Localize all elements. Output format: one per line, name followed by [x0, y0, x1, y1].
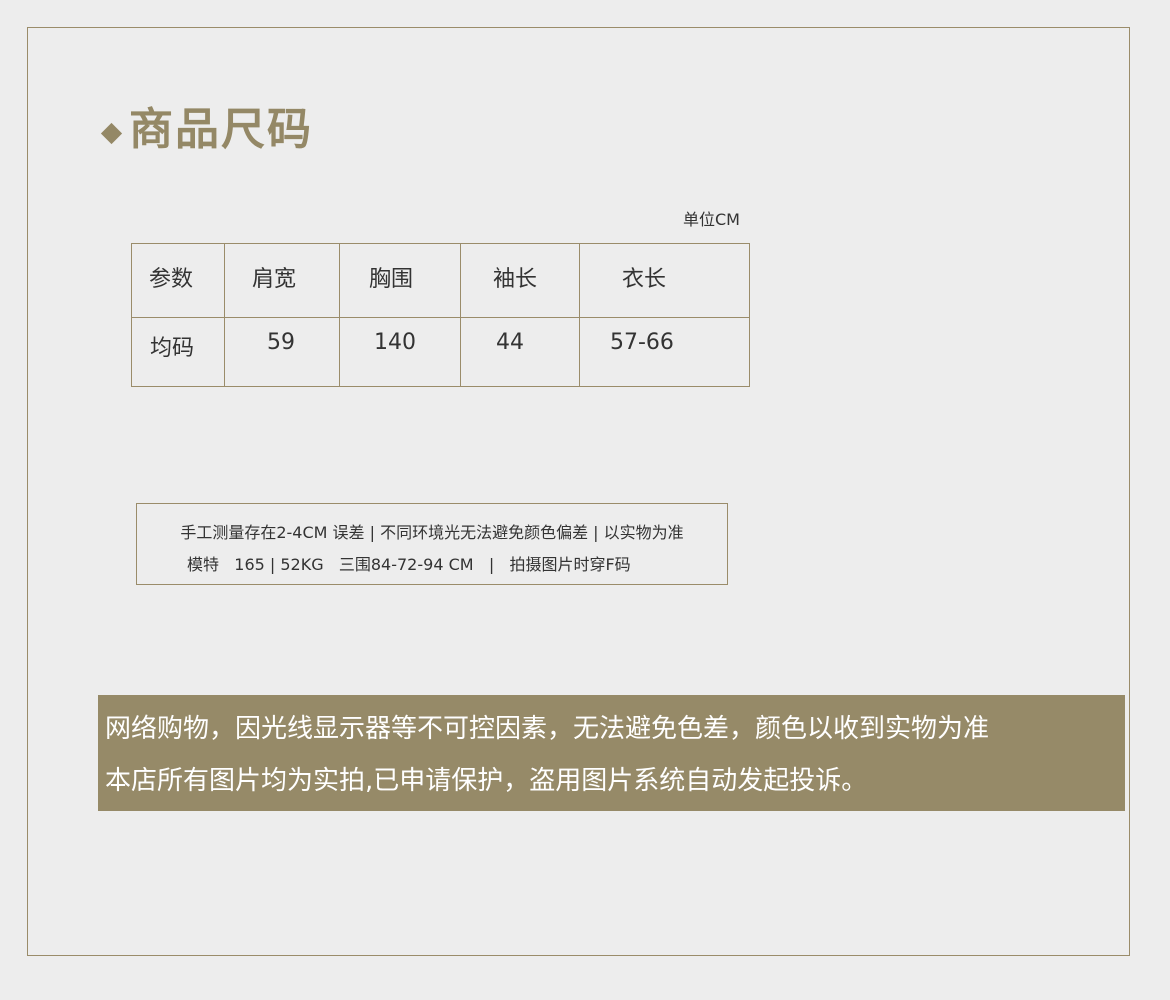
table-cell: 均码	[131, 317, 225, 387]
table-header-cell: 袖长	[460, 243, 580, 318]
table-header-cell: 胸围	[339, 243, 461, 318]
disclaimer-banner: 网络购物，因光线显示器等不可控因素，无法避免色差，颜色以收到实物为准 本店所有图…	[98, 695, 1125, 811]
table-header-cell: 参数	[131, 243, 225, 318]
banner-line: 本店所有图片均为实拍,已申请保护，盗用图片系统自动发起投诉。	[105, 766, 868, 796]
table-header-row: 参数 肩宽 胸围 袖长 衣长	[131, 243, 750, 318]
table-cell: 44	[460, 317, 580, 387]
section-title: 商品尺码	[129, 104, 313, 155]
table-cell: 57-66	[579, 317, 750, 387]
diamond-bullet-icon	[100, 122, 123, 144]
table-cell: 140	[339, 317, 461, 387]
table-header-cell: 肩宽	[224, 243, 340, 318]
note-line: 模特 165 | 52KG 三围84-72-94 CM | 拍摄图片时穿F码	[187, 555, 631, 574]
note-line: 手工测量存在2-4CM 误差 | 不同环境光无法避免颜色偏差 | 以实物为准	[180, 523, 684, 542]
table-header-cell: 衣长	[579, 243, 750, 318]
unit-label: 单位CM	[683, 210, 740, 229]
page-frame	[27, 27, 1130, 956]
section-header: 商品尺码	[100, 100, 313, 160]
table-row: 均码 59 140 44 57-66	[131, 317, 750, 387]
table-cell: 59	[224, 317, 340, 387]
measurement-note-box: 手工测量存在2-4CM 误差 | 不同环境光无法避免颜色偏差 | 以实物为准 模…	[136, 503, 728, 585]
banner-line: 网络购物，因光线显示器等不可控因素，无法避免色差，颜色以收到实物为准	[105, 714, 990, 744]
size-table: 参数 肩宽 胸围 袖长 衣长 均码 59 140 44 57-66	[131, 243, 750, 387]
